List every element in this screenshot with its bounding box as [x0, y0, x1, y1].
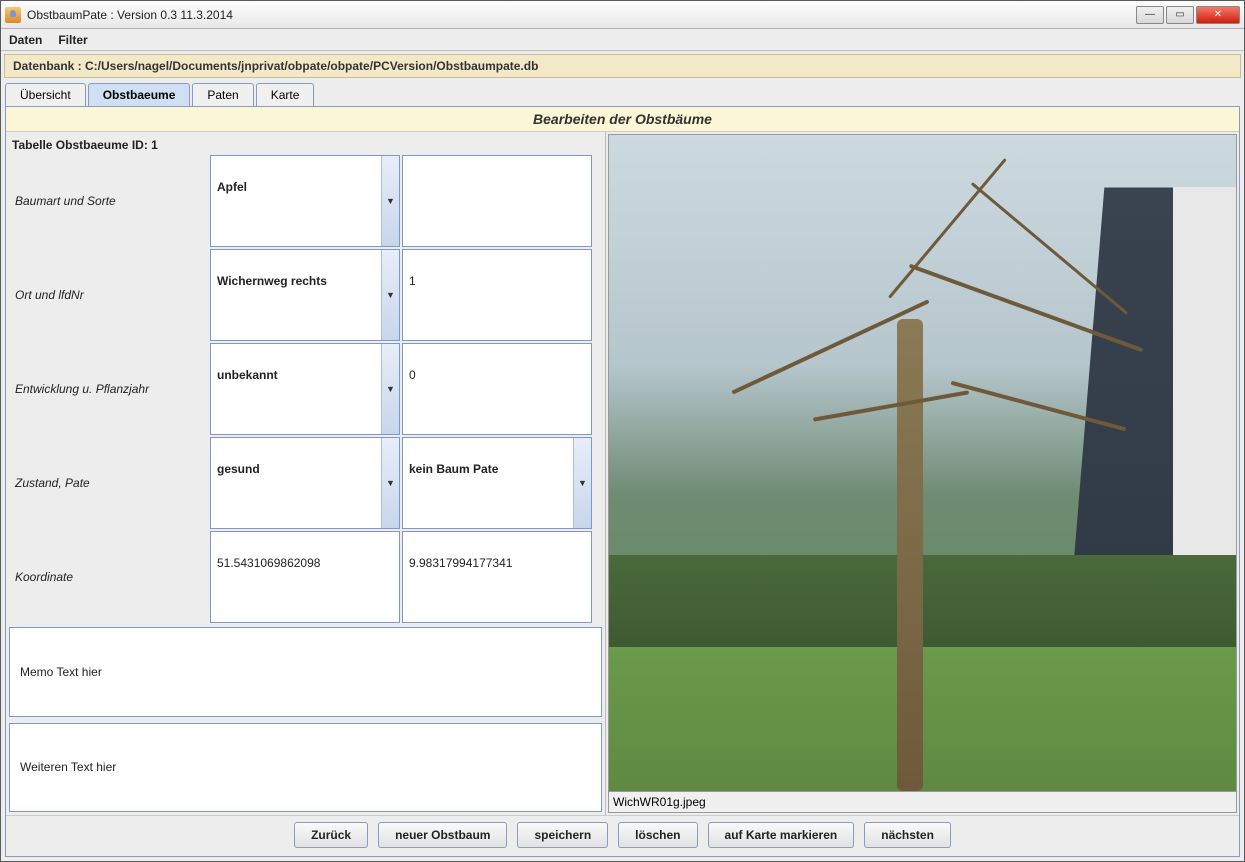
combo-ort-value: Wichernweg rechts [211, 250, 333, 288]
input-lat-value: 51.5431069862098 [211, 532, 326, 570]
input-pflanzjahr-value: 0 [403, 344, 422, 382]
next-button[interactable]: nächsten [864, 822, 951, 848]
label-ort: Ort und lfdNr [9, 248, 209, 342]
combo-baumart-value: Apfel [211, 156, 253, 194]
input-sorte-value [403, 156, 415, 180]
back-button[interactable]: Zurück [294, 822, 368, 848]
combo-entwicklung[interactable]: unbekannt ▼ [210, 343, 400, 435]
tab-bar: Übersicht Obstbaeume Paten Karte [5, 83, 1240, 106]
app-icon [5, 7, 21, 23]
combo-pate-value: kein Baum Pate [403, 438, 504, 476]
input-lfdnr-value: 1 [403, 250, 422, 288]
minimize-button[interactable]: — [1136, 6, 1164, 24]
memo-field-2[interactable]: Weiteren Text hier [9, 723, 602, 813]
tree-branches-shape [722, 187, 1173, 581]
combo-zustand-value: gesund [211, 438, 266, 476]
chevron-down-icon[interactable]: ▼ [381, 250, 399, 340]
label-entwicklung: Entwicklung u. Pflanzjahr [9, 342, 209, 436]
app-window: ObstbaumPate : Version 0.3 11.3.2014 — ▭… [0, 0, 1245, 862]
memo-1-text: Memo Text hier [20, 665, 102, 679]
combo-baumart[interactable]: Apfel ▼ [210, 155, 400, 247]
input-lat[interactable]: 51.5431069862098 [210, 531, 400, 623]
mark-on-map-button[interactable]: auf Karte markieren [708, 822, 855, 848]
tree-image [608, 134, 1237, 792]
content-panel: Bearbeiten der Obstbäume Tabelle Obstbae… [5, 106, 1240, 857]
tab-paten[interactable]: Paten [192, 83, 253, 106]
tab-uebersicht[interactable]: Übersicht [5, 83, 86, 106]
new-tree-button[interactable]: neuer Obstbaum [378, 822, 507, 848]
input-lfdnr[interactable]: 1 [402, 249, 592, 341]
delete-button[interactable]: löschen [618, 822, 697, 848]
form-panel: Tabelle Obstbaeume ID: 1 Baumart und Sor… [6, 132, 606, 815]
titlebar: ObstbaumPate : Version 0.3 11.3.2014 — ▭… [1, 1, 1244, 29]
label-koordinate: Koordinate [9, 530, 209, 624]
combo-entwicklung-value: unbekannt [211, 344, 284, 382]
image-panel: WichWR01g.jpeg [606, 132, 1239, 815]
table-id-label: Tabelle Obstbaeume ID: 1 [6, 132, 605, 154]
section-title: Bearbeiten der Obstbäume [6, 107, 1239, 132]
input-sorte[interactable] [402, 155, 592, 247]
memo-field-1[interactable]: Memo Text hier [9, 627, 602, 717]
chevron-down-icon[interactable]: ▼ [381, 156, 399, 246]
chevron-down-icon[interactable]: ▼ [381, 438, 399, 528]
tab-obstbaeume[interactable]: Obstbaeume [88, 83, 191, 106]
label-zustand: Zustand, Pate [9, 436, 209, 530]
database-path-banner: Datenbank : C:/Users/nagel/Documents/jnp… [4, 54, 1241, 78]
body-split: Tabelle Obstbaeume ID: 1 Baumart und Sor… [6, 132, 1239, 815]
input-pflanzjahr[interactable]: 0 [402, 343, 592, 435]
memo-2-text: Weiteren Text hier [20, 760, 116, 774]
form-grid: Baumart und Sorte Apfel ▼ Ort und lfdNr … [6, 154, 605, 624]
maximize-button[interactable]: ▭ [1166, 6, 1194, 24]
tab-karte[interactable]: Karte [256, 83, 315, 106]
combo-zustand[interactable]: gesund ▼ [210, 437, 400, 529]
save-button[interactable]: speichern [517, 822, 608, 848]
image-caption: WichWR01g.jpeg [608, 792, 1237, 813]
chevron-down-icon[interactable]: ▼ [573, 438, 591, 528]
window-controls: — ▭ ✕ [1136, 6, 1240, 24]
label-baumart: Baumart und Sorte [9, 154, 209, 248]
menubar: Daten Filter [1, 29, 1244, 51]
input-lon-value: 9.98317994177341 [403, 532, 518, 570]
chevron-down-icon[interactable]: ▼ [381, 344, 399, 434]
combo-pate[interactable]: kein Baum Pate ▼ [402, 437, 592, 529]
combo-ort[interactable]: Wichernweg rechts ▼ [210, 249, 400, 341]
menu-filter[interactable]: Filter [58, 33, 87, 47]
button-bar: Zurück neuer Obstbaum speichern löschen … [6, 815, 1239, 856]
window-title: ObstbaumPate : Version 0.3 11.3.2014 [27, 8, 1136, 22]
close-button[interactable]: ✕ [1196, 6, 1240, 24]
input-lon[interactable]: 9.98317994177341 [402, 531, 592, 623]
menu-daten[interactable]: Daten [9, 33, 42, 47]
